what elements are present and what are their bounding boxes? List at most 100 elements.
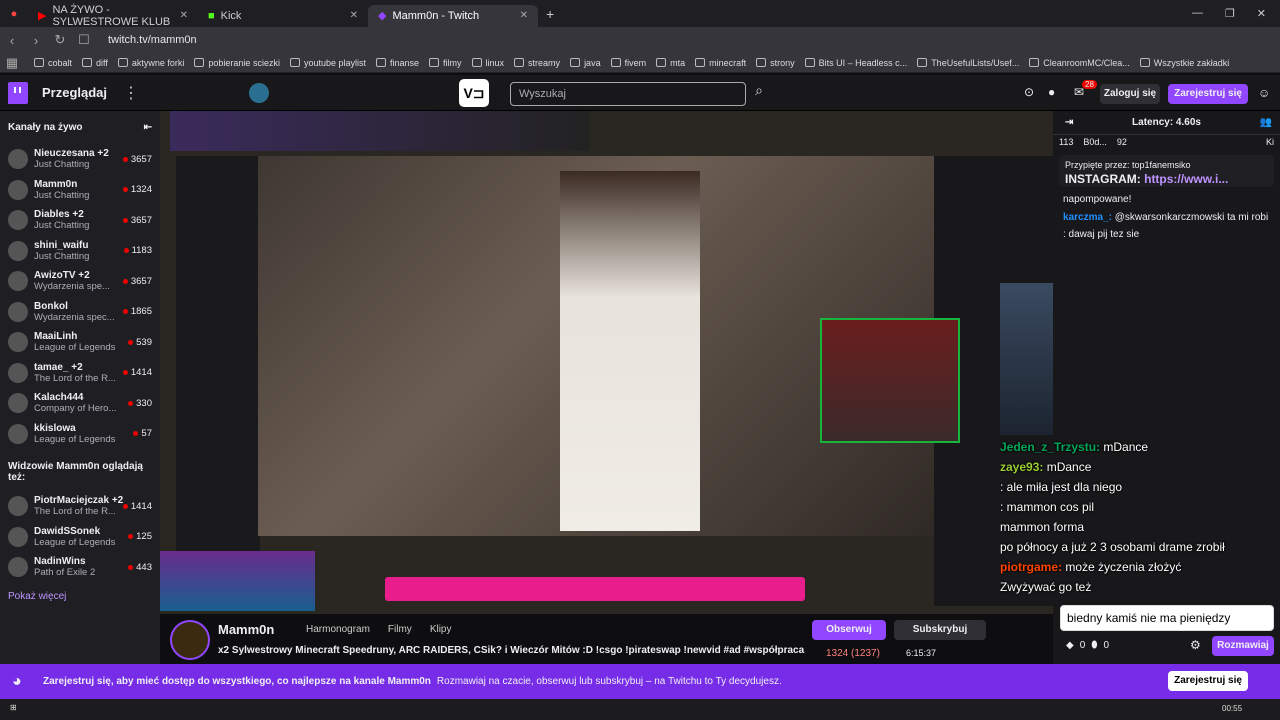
browser-icon[interactable]: ● (0, 8, 28, 20)
bookmark-item[interactable]: CleanroomMC/Clea... (1029, 58, 1130, 68)
channel-item[interactable]: Mamm0n Just Chatting 1324 (0, 175, 160, 206)
channel-item[interactable]: NadinWins Path of Exile 2 443 (0, 552, 160, 583)
avatar[interactable] (170, 620, 210, 660)
forward-icon[interactable]: › (24, 33, 48, 48)
maximize-icon[interactable]: ❐ (1225, 7, 1235, 20)
channel-item[interactable]: Kalach444 Company of Hero... 330 (0, 388, 160, 419)
new-tab-icon[interactable]: + (546, 6, 554, 22)
bookmark-item[interactable]: youtube playlist (289, 58, 366, 68)
streamer-name[interactable]: Mamm0n (218, 622, 274, 637)
reload-icon[interactable]: ↻ (48, 32, 72, 48)
twitch-logo-icon[interactable] (8, 81, 28, 104)
follow-button[interactable]: Obserwuj (812, 620, 886, 640)
signup-button[interactable]: Zarejestruj się (1168, 84, 1248, 104)
close-icon[interactable]: ✕ (180, 10, 188, 21)
bookmark-item[interactable]: fivem (610, 58, 646, 68)
channel-item[interactable]: Diables +2 Just Chatting 3657 (0, 205, 160, 236)
collapse-chat-icon[interactable]: ⇥ (1065, 117, 1073, 128)
subscribe-button[interactable]: Subskrybuj (894, 620, 986, 640)
address-bar: ‹ › ↻ ☐ twitch.tv/mamm0n (0, 27, 1280, 53)
channel-item[interactable]: MaaiLinh League of Legends 539 (0, 327, 160, 358)
bookmark-item[interactable]: minecraft (695, 58, 746, 68)
chat-send-button[interactable]: Rozmawiaj (1212, 636, 1274, 656)
bookmark-label: diff (96, 57, 108, 68)
tab-kick[interactable]: ■ Kick ✕ (198, 5, 368, 27)
channel-item[interactable]: shini_waifu Just Chatting 1183 (0, 236, 160, 267)
banner-signup-button[interactable]: Zarejestruj się (1168, 671, 1248, 691)
chat-username[interactable]: karczma_: (1063, 212, 1112, 223)
avatar (8, 271, 28, 292)
pinned-message[interactable]: Przypięte przez: top1fanemsiko INSTAGRAM… (1059, 155, 1274, 187)
channel-item[interactable]: AwizoTV +2 Wydarzenia spe... 3657 (0, 266, 160, 297)
close-icon[interactable]: ✕ (520, 10, 528, 21)
bookmark-item[interactable]: strony (756, 58, 795, 68)
bits-icon[interactable]: ● (1048, 85, 1055, 99)
channel-item[interactable]: PiotrMaciejczak +2 The Lord of the R... 14… (0, 491, 160, 522)
channel-item[interactable]: DawidSSonek League of Legends 125 (0, 522, 160, 553)
channel-name: Bonkol (34, 300, 68, 312)
bookmark-item[interactable]: cobalt (34, 58, 72, 68)
show-more-link[interactable]: Pokaż więcej (0, 583, 160, 610)
start-icon[interactable]: ⊞ (10, 703, 17, 712)
avatar (8, 179, 28, 200)
bookmark-item[interactable]: filmy (429, 58, 462, 68)
stream-tab[interactable]: Klipy (430, 624, 452, 635)
bookmark-item[interactable]: diff (82, 58, 108, 68)
channel-info: PiotrMaciejczak +2 The Lord of the R... (34, 495, 123, 517)
twitch-icon: ◆ (378, 10, 387, 22)
stream-tab[interactable]: Harmonogram (306, 624, 370, 635)
bookmark-item[interactable]: streamy (514, 58, 560, 68)
prime-icon[interactable]: V⊐ (459, 79, 489, 107)
tab-youtube[interactable]: ▶ NA ŻYWO - SYLWESTROWE KLUB ✕ (28, 4, 198, 28)
extension-icon[interactable] (249, 82, 270, 103)
stream-tab[interactable]: Filmy (388, 624, 412, 635)
bookmark-item[interactable]: finanse (376, 58, 419, 68)
bookmark-label: mta (670, 57, 686, 68)
chat-input[interactable]: biedny kamiś nie ma pieniędzy (1060, 605, 1274, 631)
chat-username[interactable]: piotrgame: (1000, 560, 1062, 574)
bookmark-item[interactable]: Wszystkie zakładki (1139, 57, 1230, 68)
back-icon[interactable]: ‹ (0, 33, 24, 48)
stat: Ki (1265, 137, 1274, 147)
chat-username[interactable]: zaye93: (1000, 460, 1043, 474)
more-icon[interactable]: ⋮ (123, 83, 139, 103)
bookmark-item[interactable]: pobieranie sciezki (194, 58, 280, 68)
bookmark-label: Wszystkie zakładki (1153, 57, 1230, 68)
crown-icon[interactable]: ⊙ (1024, 85, 1034, 99)
bookmark-item[interactable]: Bits UI – Headless c... (804, 58, 907, 68)
close-icon[interactable]: ✕ (350, 10, 358, 21)
bookmark-item[interactable]: java (570, 58, 601, 68)
bookmark-item[interactable]: mta (656, 58, 685, 68)
channel-item[interactable]: kkislowa League of Legends 57 (0, 419, 160, 450)
channel-item[interactable]: Bonkol Wydarzenia spec... 1865 (0, 297, 160, 328)
minimize-icon[interactable]: — (1192, 7, 1203, 20)
close-window-icon[interactable]: ✕ (1257, 7, 1266, 20)
channel-name: Kalach444 (34, 392, 84, 404)
chat-text: mDance (1103, 440, 1149, 454)
channel-item[interactable]: tamae_ +2 The Lord of the R... 1414 (0, 358, 160, 389)
bookmark-item[interactable]: linux (471, 58, 504, 68)
apps-icon[interactable]: ▦ (0, 55, 24, 71)
users-icon[interactable]: 👥 (1260, 117, 1272, 128)
overlay-message: Zwyżywać go też (1000, 580, 1280, 600)
bookmark-item[interactable]: TheUsefulLists/Usef... (917, 58, 1019, 68)
bookmark-icon[interactable]: ☐ (72, 32, 96, 48)
pinned-link[interactable]: https://www.i... (1144, 172, 1228, 186)
viewer-count: 330 (128, 398, 152, 409)
avatar (8, 557, 28, 578)
user-icon[interactable]: ☺ (1258, 86, 1270, 100)
avatar (8, 210, 28, 231)
search-input[interactable]: Wyszukaj (510, 82, 746, 106)
channel-game: The Lord of the R... (34, 372, 116, 384)
tab-twitch[interactable]: ◆ Mamm0n - Twitch ✕ (368, 4, 538, 27)
browse-link[interactable]: Przeglądaj (42, 85, 107, 100)
channel-game: League of Legends (34, 433, 116, 445)
channel-item[interactable]: Nieuczesana +2 Just Chatting 3657 (0, 144, 160, 175)
bookmark-item[interactable]: aktywne forki (117, 58, 184, 68)
url-field[interactable]: twitch.tv/mamm0n (108, 34, 197, 46)
chat-username[interactable]: Jeden_z_Trzystu: (1000, 440, 1100, 454)
login-button[interactable]: Zaloguj się (1100, 84, 1160, 104)
settings-icon[interactable]: ⚙ (1190, 638, 1201, 652)
search-icon[interactable]: ⌕ (748, 82, 770, 106)
collapse-icon[interactable]: ⇤ (144, 122, 152, 133)
